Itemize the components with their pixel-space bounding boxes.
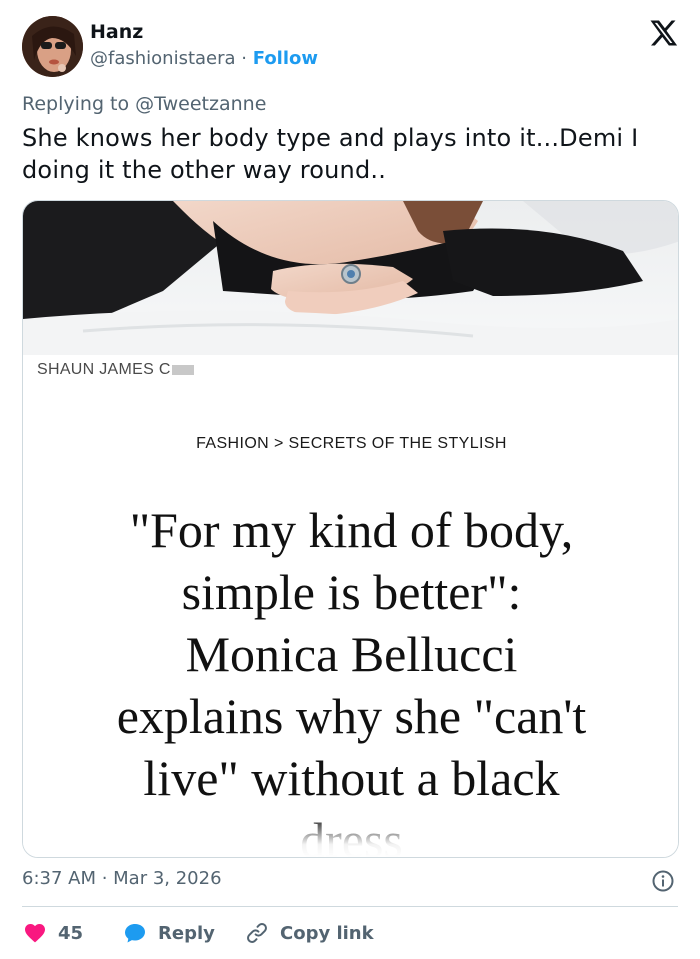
replying-to-mention[interactable]: @Tweetzanne: [135, 93, 266, 115]
avatar[interactable]: [22, 16, 83, 77]
like-button[interactable]: 45: [22, 918, 83, 948]
article-headline: "For my kind of body, simple is better":…: [23, 499, 678, 857]
media-fade-overlay: [23, 815, 678, 857]
replying-to: Replying to @Tweetzanne: [22, 93, 266, 115]
byline-text: SHAUN JAMES C: [37, 361, 171, 378]
author-handle[interactable]: @fashionistaera: [90, 48, 236, 69]
link-icon: [247, 923, 267, 943]
tweet-timestamp[interactable]: 6:37 AM · Mar 3, 2026: [22, 868, 222, 889]
headline-line: "For my kind of body,: [129, 502, 574, 558]
reply-button[interactable]: Reply: [122, 918, 215, 948]
author-name[interactable]: Hanz: [90, 21, 143, 43]
copy-link-button[interactable]: Copy link: [244, 918, 374, 948]
tweet-text-line: She knows her body type and plays into i…: [22, 124, 639, 152]
headline-line: simple is better":: [181, 564, 522, 620]
reply-bubble-icon: [125, 924, 145, 943]
heart-icon: [25, 924, 45, 943]
tweet-media-image[interactable]: SHAUN JAMES C FASHION > SECRETS OF THE S…: [22, 200, 679, 858]
tweet-text-line: doing it the other way round..: [22, 156, 387, 184]
headline-line: explains why she "can't: [116, 688, 587, 744]
copy-link-label: Copy link: [280, 922, 374, 944]
headline-line: live" without a black: [143, 750, 560, 806]
separator-dot: ·: [241, 48, 248, 69]
tweet-header: Hanz @fashionistaera · Follow: [22, 16, 678, 78]
follow-button[interactable]: Follow: [253, 48, 318, 69]
info-icon[interactable]: [651, 869, 675, 893]
headline-line: Monica Bellucci: [185, 626, 518, 682]
x-logo-icon[interactable]: [648, 18, 678, 48]
like-count: 45: [58, 922, 84, 944]
redacted-block: [171, 364, 194, 375]
author-handle-line: @fashionistaera · Follow: [90, 48, 318, 69]
replying-to-prefix: Replying to: [22, 93, 130, 115]
tweet-text: She knows her body type and plays into i…: [22, 122, 678, 186]
article-byline: SHAUN JAMES C: [37, 361, 194, 379]
tweet-actions: 45 Reply Copy link: [22, 918, 678, 948]
article-photo: [23, 201, 678, 355]
reply-label: Reply: [158, 922, 215, 944]
article-breadcrumb: FASHION > SECRETS OF THE STYLISH: [196, 435, 507, 452]
divider: [22, 906, 678, 907]
